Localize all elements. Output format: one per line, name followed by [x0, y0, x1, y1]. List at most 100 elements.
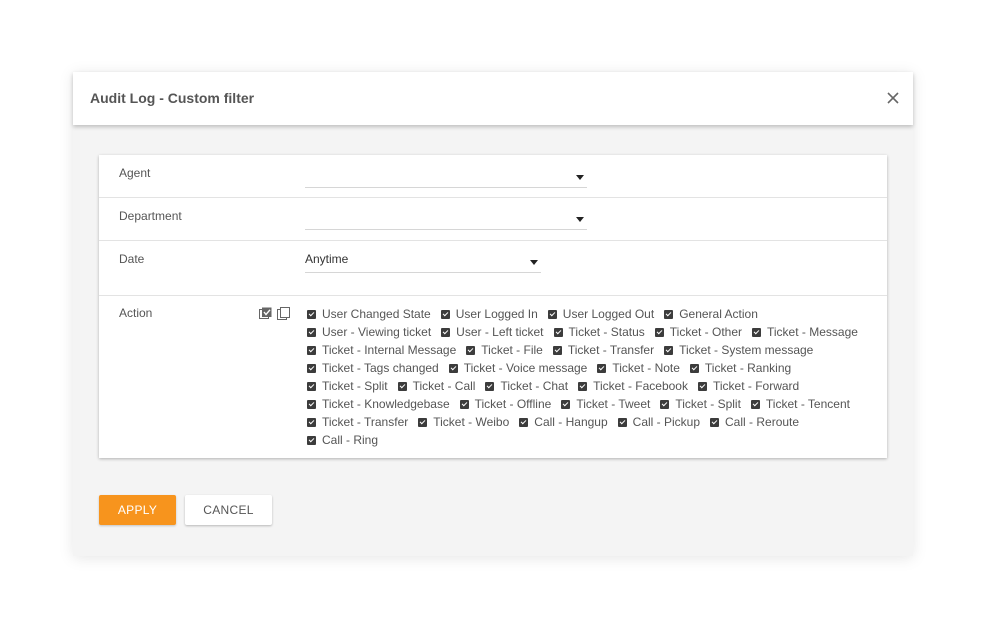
action-checkbox-label: Ticket - Voice message	[463, 361, 588, 375]
dialog-header: Audit Log - Custom filter	[73, 72, 913, 125]
chevron-down-icon	[576, 217, 584, 222]
action-checkbox-label: Ticket - Offline	[474, 397, 552, 411]
action-checkbox-item[interactable]: Ticket - Weibo	[418, 413, 509, 431]
action-checkbox-label: Ticket - Chat	[500, 379, 569, 393]
action-checkbox-label: Ticket - Tweet	[576, 397, 651, 411]
action-checkbox-item[interactable]: Call - Hangup	[519, 413, 608, 431]
action-checkbox-item[interactable]: User Logged In	[440, 305, 538, 323]
checkbox-checked-icon[interactable]	[660, 399, 670, 409]
action-checkbox-item[interactable]: Call - Pickup	[617, 413, 700, 431]
date-row: Date Anytime	[99, 241, 887, 296]
checkbox-checked-icon[interactable]	[485, 381, 495, 391]
checkbox-checked-icon[interactable]	[307, 399, 316, 409]
date-select[interactable]: Anytime	[305, 241, 541, 273]
checkbox-checked-icon[interactable]	[752, 327, 761, 337]
checkbox-checked-icon[interactable]	[307, 381, 316, 391]
checkbox-checked-icon[interactable]	[710, 417, 720, 427]
action-checkbox-item[interactable]: Ticket - Other	[654, 323, 742, 341]
action-checkbox-item[interactable]: Ticket - Tags changed	[307, 359, 439, 377]
checkbox-checked-icon[interactable]	[664, 345, 674, 355]
checkbox-checked-icon[interactable]	[440, 309, 450, 319]
department-label: Department	[119, 209, 182, 223]
action-checkbox-label: Ticket - Facebook	[593, 379, 688, 393]
action-checkbox-item[interactable]: Ticket - Transfer	[552, 341, 655, 359]
checkbox-checked-icon[interactable]	[441, 327, 451, 337]
action-checkbox-item[interactable]: General Action	[664, 305, 758, 323]
checkbox-checked-icon[interactable]	[307, 363, 316, 373]
agent-row: Agent	[99, 155, 887, 198]
action-checkbox-label: Ticket - Weibo	[433, 415, 510, 429]
audit-log-filter-dialog: Audit Log - Custom filter Agent Departme…	[73, 72, 913, 556]
department-select[interactable]	[305, 198, 587, 230]
action-checkbox-label: User Changed State	[322, 307, 431, 321]
chevron-down-icon	[576, 175, 584, 180]
action-checkbox-item[interactable]: Ticket - Tencent	[750, 395, 850, 413]
action-checkbox-item[interactable]: User Logged Out	[547, 305, 654, 323]
checkbox-checked-icon[interactable]	[552, 345, 562, 355]
action-checkbox-item[interactable]: User Changed State	[307, 305, 431, 323]
action-checkbox-item[interactable]: Ticket - Knowledgebase	[307, 395, 450, 413]
action-checkbox-item[interactable]: Call - Ring	[307, 431, 378, 449]
checkbox-checked-icon[interactable]	[448, 363, 458, 373]
action-checkbox-item[interactable]: Ticket - Split	[307, 377, 388, 395]
action-checkbox-item[interactable]: Ticket - Call	[397, 377, 475, 395]
checkbox-checked-icon[interactable]	[307, 309, 316, 319]
action-checkbox-item[interactable]: Ticket - Facebook	[578, 377, 688, 395]
action-checkbox-item[interactable]: Call - Reroute	[710, 413, 799, 431]
action-checkbox-label: Ticket - Tencent	[765, 397, 850, 411]
checkbox-checked-icon[interactable]	[466, 345, 476, 355]
action-checkbox-item[interactable]: Ticket - Note	[597, 359, 680, 377]
action-checkbox-label: Ticket - Split	[322, 379, 388, 393]
action-checkbox-item[interactable]: Ticket - Tweet	[561, 395, 650, 413]
action-checkbox-item[interactable]: Ticket - System message	[664, 341, 813, 359]
checkbox-checked-icon[interactable]	[307, 435, 316, 445]
checkbox-checked-icon[interactable]	[397, 381, 407, 391]
action-checkbox-list: User Changed State User Logged In User Log…	[307, 305, 877, 449]
checkbox-checked-icon[interactable]	[459, 399, 469, 409]
action-checkbox-item[interactable]: Ticket - Forward	[697, 377, 799, 395]
action-checkbox-item[interactable]: Ticket - Internal Message	[307, 341, 456, 359]
action-checkbox-item[interactable]: Ticket - Transfer	[307, 413, 408, 431]
action-checkbox-label: Ticket - Status	[568, 325, 645, 339]
checkbox-checked-icon[interactable]	[307, 327, 316, 337]
checkbox-checked-icon[interactable]	[418, 417, 428, 427]
checkbox-checked-icon[interactable]	[561, 399, 571, 409]
action-checkbox-item[interactable]: Ticket - File	[466, 341, 543, 359]
action-checkbox-label: Ticket - Ranking	[704, 361, 792, 375]
action-checkbox-label: Ticket - Note	[612, 361, 680, 375]
action-checkbox-item[interactable]: Ticket - Ranking	[689, 359, 792, 377]
checkbox-checked-icon[interactable]	[664, 309, 674, 319]
action-checkbox-item[interactable]: Ticket - Message	[752, 323, 858, 341]
action-checkbox-label: Ticket - Knowledgebase	[322, 397, 450, 411]
action-checkbox-label: Ticket - Transfer	[567, 343, 655, 357]
checkbox-checked-icon[interactable]	[553, 327, 563, 337]
action-checkbox-item[interactable]: Ticket - Status	[553, 323, 645, 341]
checkbox-checked-icon[interactable]	[654, 327, 664, 337]
checkbox-checked-icon[interactable]	[307, 417, 316, 427]
agent-select[interactable]	[305, 156, 587, 188]
cancel-button[interactable]: CANCEL	[185, 495, 272, 525]
action-checkbox-item[interactable]: Ticket - Offline	[459, 395, 552, 413]
checkbox-checked-icon[interactable]	[597, 363, 607, 373]
apply-button[interactable]: APPLY	[99, 495, 176, 525]
checkbox-checked-icon[interactable]	[617, 417, 627, 427]
select-all-icon[interactable]	[259, 307, 272, 320]
copy-icon[interactable]	[277, 307, 290, 320]
action-checkbox-item[interactable]: User - Viewing ticket	[307, 323, 431, 341]
action-checkbox-item[interactable]: Ticket - Chat	[485, 377, 568, 395]
action-tools	[259, 307, 290, 320]
department-row: Department	[99, 198, 887, 241]
action-checkbox-item[interactable]: Ticket - Voice message	[448, 359, 588, 377]
close-button[interactable]	[883, 88, 903, 108]
checkbox-checked-icon[interactable]	[578, 381, 588, 391]
action-checkbox-label: Ticket - System message	[679, 343, 814, 357]
action-checkbox-label: Ticket - Tags changed	[322, 361, 439, 375]
checkbox-checked-icon[interactable]	[689, 363, 699, 373]
checkbox-checked-icon[interactable]	[697, 381, 707, 391]
checkbox-checked-icon[interactable]	[519, 417, 529, 427]
checkbox-checked-icon[interactable]	[307, 345, 316, 355]
checkbox-checked-icon[interactable]	[750, 399, 760, 409]
action-checkbox-item[interactable]: User - Left ticket	[441, 323, 544, 341]
action-checkbox-item[interactable]: Ticket - Split	[660, 395, 741, 413]
checkbox-checked-icon[interactable]	[547, 309, 557, 319]
